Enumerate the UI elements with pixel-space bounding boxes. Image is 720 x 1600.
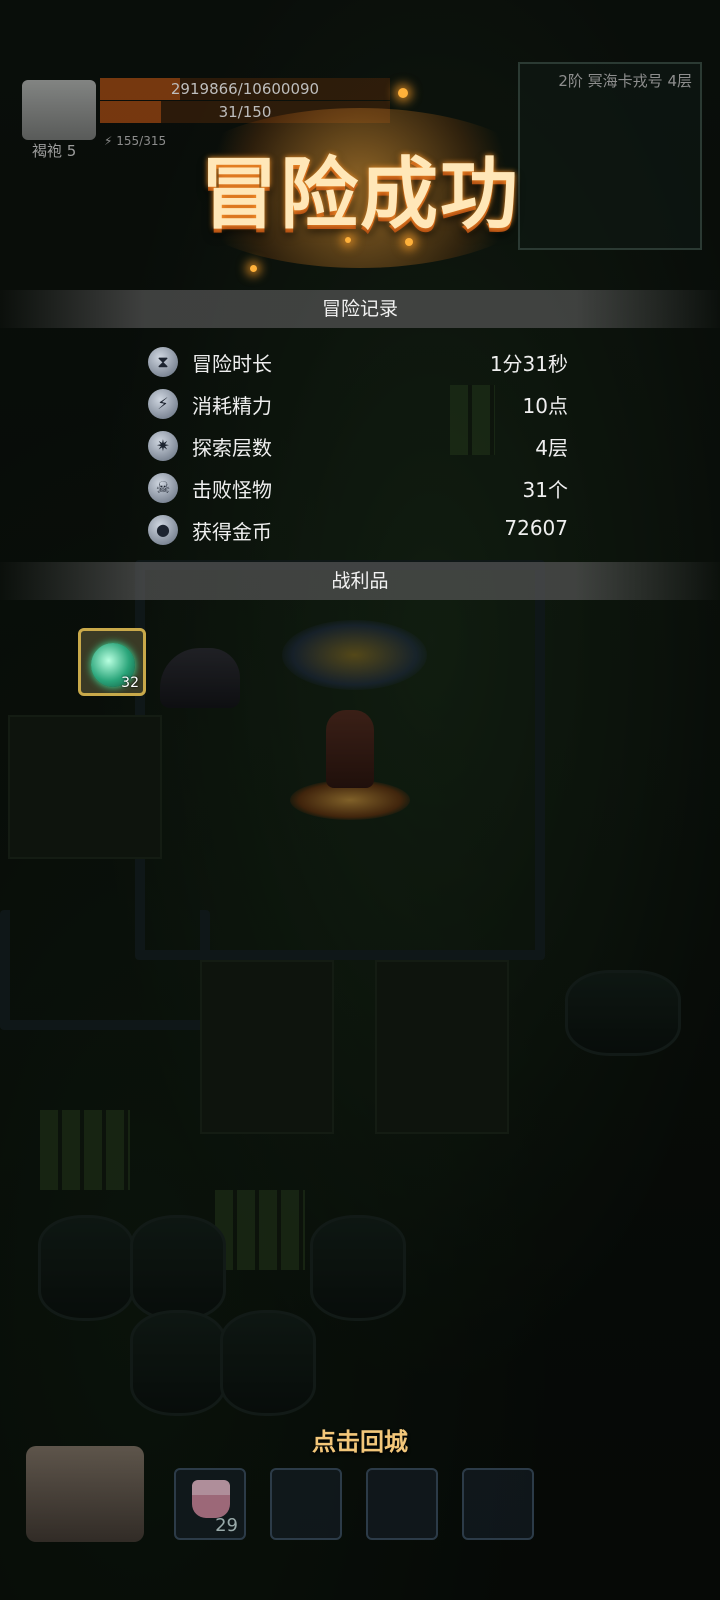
lightning-icon: ⚡ (104, 134, 113, 148)
compass-icon: ✷ (148, 431, 178, 461)
record-value: 4层 (535, 436, 568, 460)
coin-icon: ● (148, 515, 178, 545)
record-label: 击败怪物 (192, 478, 272, 502)
spark (250, 265, 257, 272)
avatar[interactable] (22, 80, 96, 140)
quick-slot[interactable] (270, 1468, 342, 1540)
record-label: 探索层数 (192, 436, 272, 460)
quick-slot[interactable] (462, 1468, 534, 1540)
result-title: 冒险成功 (199, 149, 520, 240)
spark (398, 88, 408, 98)
quick-slot-count: 29 (215, 1515, 238, 1536)
spark (345, 237, 351, 243)
record-row: ☠ 击败怪物 31个 (148, 470, 568, 506)
record-row: ⧗ 冒险时长 1分31秒 (148, 344, 568, 380)
backpack-chest-icon[interactable] (26, 1446, 144, 1542)
energy-text: 155/315 (116, 134, 167, 148)
record-value: 1分31秒 (489, 352, 568, 376)
avatar-name: 褐袍 5 (32, 142, 77, 160)
quick-slot[interactable] (366, 1468, 438, 1540)
quick-slot[interactable]: 29 (174, 1468, 246, 1540)
hp-text: 2919866/10600090 (170, 80, 320, 98)
record-value: 31个 (522, 478, 568, 502)
record-label: 冒险时长 (192, 352, 272, 376)
lightning-icon: ⚡ (148, 389, 178, 419)
record-value: 10点 (522, 394, 568, 418)
record-row: ✷ 探索层数 4层 (148, 428, 568, 464)
loot-item[interactable]: 32 (78, 628, 146, 696)
hp-bar-fill (100, 78, 180, 100)
skull-icon: ☠ (148, 473, 178, 503)
energy-readout: ⚡ 155/315 (104, 134, 166, 148)
spark (405, 238, 413, 246)
record-header: 冒险记录 (0, 290, 720, 328)
loot-item-count: 32 (121, 675, 139, 691)
hourglass-icon: ⧗ (148, 347, 178, 377)
loot-header: 战利品 (0, 562, 720, 600)
hp-bar: 2919866/10600090 (100, 78, 390, 100)
record-label: 消耗精力 (192, 394, 272, 418)
minimap-label: 2阶 冥海卡戎号 4层 (558, 72, 692, 90)
cake-icon (192, 1480, 230, 1518)
record-row: ⚡ 消耗精力 10点 (148, 386, 568, 422)
record-row: ● 获得金币 72607 (148, 512, 568, 548)
result-title-banner: 冒险成功 (160, 108, 560, 268)
record-label: 获得金币 (192, 520, 272, 544)
mp-bar-fill (100, 101, 161, 123)
record-value: 72607 (504, 516, 568, 540)
